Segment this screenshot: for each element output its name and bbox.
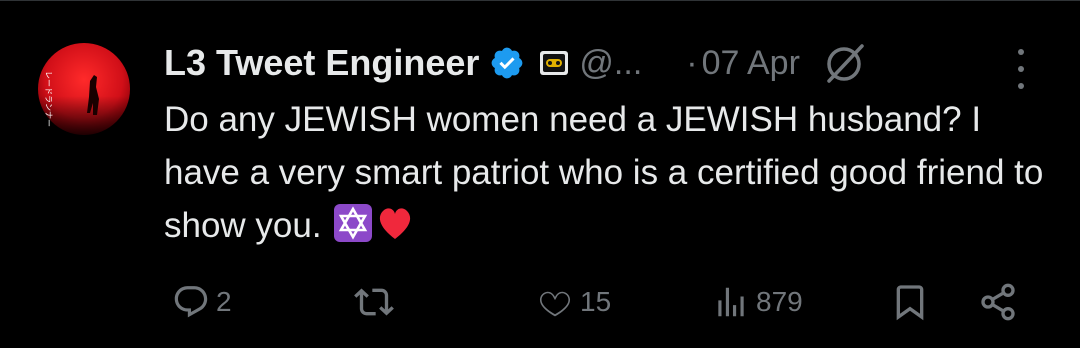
tweet-actions: 2 15 879 bbox=[164, 279, 1044, 325]
reply-count: 2 bbox=[216, 286, 232, 317]
affiliation-badge-icon[interactable] bbox=[539, 49, 569, 77]
red-heart-emoji bbox=[375, 203, 415, 243]
handle[interactable]: @... bbox=[579, 44, 642, 83]
retweet-icon bbox=[354, 288, 394, 316]
bookmark-button[interactable] bbox=[890, 279, 930, 325]
separator-dot: · bbox=[686, 43, 698, 82]
tweet-content: L3 Tweet Engineer @... · 07 Apr Do any J… bbox=[164, 35, 1043, 252]
tweet-text: Do any JEWISH women need a JEWISH husban… bbox=[164, 93, 1044, 252]
verified-badge-icon[interactable] bbox=[489, 45, 525, 81]
like-button[interactable]: 15 bbox=[536, 279, 611, 325]
reply-button[interactable]: 2 bbox=[172, 279, 232, 325]
tweet-text-body: Do any JEWISH women need a JEWISH husban… bbox=[164, 100, 1044, 245]
grok-icon[interactable] bbox=[822, 40, 868, 86]
svg-text:レードランナー: レードランナー bbox=[44, 71, 53, 127]
views-count: 879 bbox=[756, 286, 803, 317]
more-icon[interactable] bbox=[1016, 49, 1026, 89]
avatar[interactable]: レードランナー bbox=[34, 41, 134, 141]
heart-icon bbox=[539, 291, 571, 317]
tweet[interactable]: レードランナー L3 Tweet Engineer @... · 07 Apr … bbox=[0, 0, 1080, 348]
views-icon bbox=[718, 287, 744, 317]
like-count: 15 bbox=[580, 286, 612, 317]
display-name[interactable]: L3 Tweet Engineer bbox=[164, 42, 479, 84]
star-of-david-emoji bbox=[333, 203, 373, 243]
share-button[interactable] bbox=[978, 279, 1018, 325]
retweet-button[interactable] bbox=[354, 279, 400, 325]
avatar-image: レードランナー bbox=[34, 41, 134, 141]
views-button[interactable]: 879 bbox=[712, 279, 803, 325]
tweet-date[interactable]: 07 Apr bbox=[702, 44, 800, 83]
share-icon bbox=[981, 283, 1015, 321]
tweet-header: L3 Tweet Engineer @... · 07 Apr bbox=[164, 35, 1040, 91]
bookmark-icon bbox=[896, 285, 924, 321]
reply-icon bbox=[174, 286, 208, 318]
